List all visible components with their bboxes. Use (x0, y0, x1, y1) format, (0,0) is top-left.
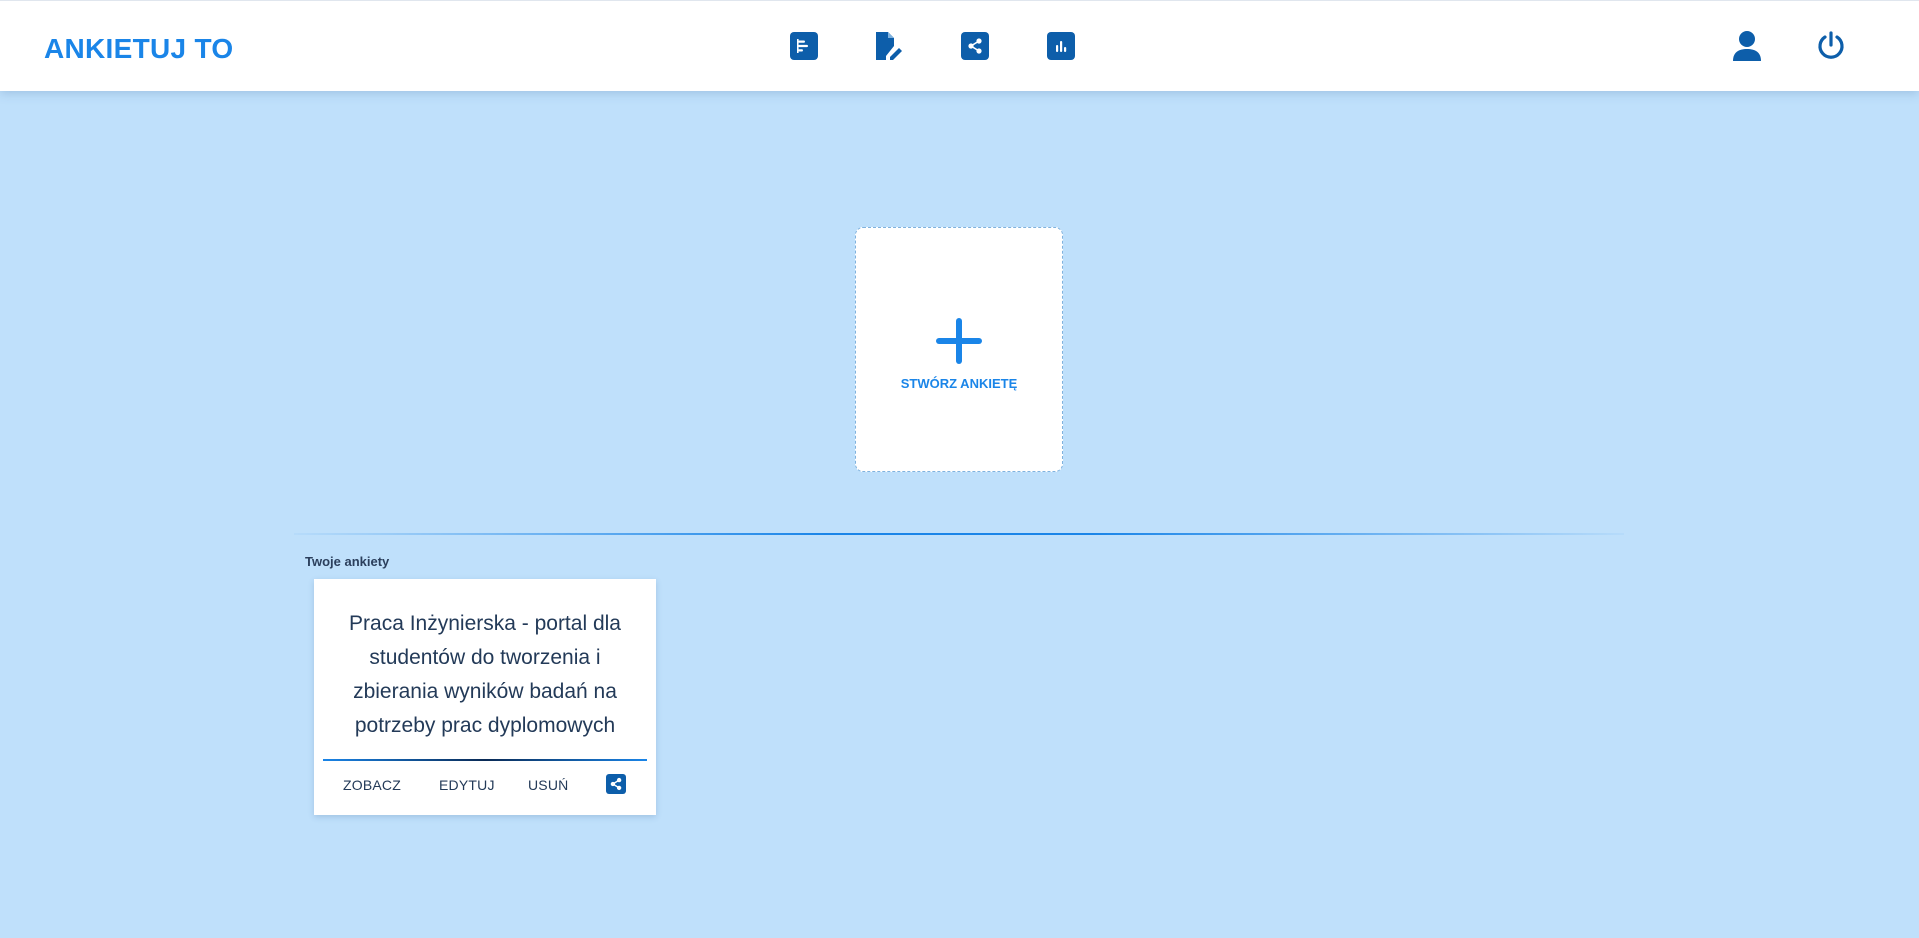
share-icon[interactable] (606, 774, 626, 794)
survey-card: Praca Inżynierska - portal dla studentów… (314, 579, 656, 815)
user-icon[interactable] (1730, 29, 1764, 63)
create-survey-button[interactable]: STWÓRZ ANKIETĘ (855, 227, 1063, 472)
surveys-list-icon[interactable] (790, 32, 818, 60)
section-title: Twoje ankiety (305, 554, 390, 569)
card-divider (323, 759, 647, 761)
view-survey-button[interactable]: ZOBACZ (343, 777, 401, 793)
app-logo[interactable]: ANKIETUJ TO (44, 33, 233, 65)
delete-survey-button[interactable]: USUŃ (528, 777, 568, 793)
edit-document-icon[interactable] (871, 29, 905, 63)
share-icon[interactable] (961, 32, 989, 60)
survey-title: Praca Inżynierska - portal dla studentów… (349, 612, 621, 737)
section-divider (294, 533, 1624, 535)
edit-survey-button[interactable]: EDYTUJ (439, 777, 495, 793)
bar-chart-icon[interactable] (1047, 32, 1075, 60)
power-icon[interactable] (1814, 29, 1848, 63)
top-navbar: ANKIETUJ TO (0, 0, 1919, 91)
create-survey-label: STWÓRZ ANKIETĘ (900, 376, 1018, 391)
plus-icon (936, 318, 982, 364)
